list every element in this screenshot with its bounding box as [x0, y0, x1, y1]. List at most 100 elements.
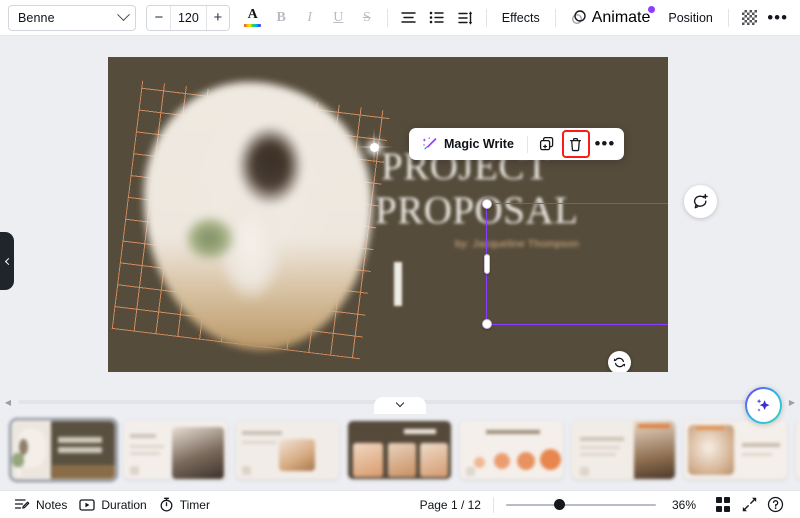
toolbar-divider — [387, 9, 388, 27]
context-more-button[interactable]: ••• — [592, 131, 618, 157]
font-size-input[interactable]: 120 — [170, 6, 206, 30]
duplicate-icon — [539, 136, 555, 152]
text-align-button[interactable] — [394, 3, 423, 33]
context-divider — [527, 136, 528, 153]
ai-sparkle-icon — [754, 396, 773, 415]
slide-number: 1 — [16, 467, 21, 477]
grid-view-icon — [716, 497, 731, 512]
duplicate-button[interactable] — [534, 131, 560, 157]
strikethrough-button[interactable]: S — [353, 3, 382, 33]
more-horizontal-icon: ••• — [594, 139, 615, 149]
toolbar-divider-3 — [555, 9, 556, 27]
italic-button[interactable]: I — [295, 3, 324, 33]
slide-thumbnail-4[interactable] — [348, 421, 451, 479]
underline-button[interactable]: U — [324, 3, 353, 33]
zoom-slider-knob[interactable] — [554, 499, 565, 510]
resize-handle-left[interactable] — [484, 254, 490, 274]
grid-view-button[interactable] — [710, 492, 736, 518]
toolbar-divider-2 — [486, 9, 487, 27]
add-comment-button[interactable] — [684, 185, 717, 218]
help-icon — [767, 496, 784, 513]
slide-thumbnail-6[interactable] — [572, 421, 675, 479]
zoom-slider-track — [506, 504, 656, 506]
bullet-list-button[interactable] — [423, 3, 452, 33]
magic-write-button[interactable]: Magic Write — [415, 131, 521, 157]
text-color-button[interactable]: A — [238, 3, 267, 33]
notes-label: Notes — [36, 498, 67, 512]
sparkle-core — [370, 143, 379, 152]
duration-icon — [79, 498, 95, 512]
notes-icon — [14, 497, 30, 512]
selection-frame[interactable] — [486, 203, 668, 325]
transparency-icon — [742, 10, 757, 25]
photo-element[interactable] — [144, 82, 372, 350]
canva-editor-window: Benne − 120 + A B I U S — [0, 0, 800, 518]
status-bar-right: Page 1 / 12 36% — [420, 492, 788, 518]
add-comment-icon — [692, 193, 709, 210]
rotate-handle[interactable] — [608, 351, 631, 372]
duration-button[interactable]: Duration — [77, 493, 156, 517]
slide-thumbnail-2[interactable] — [124, 421, 227, 479]
bold-icon: B — [277, 10, 286, 26]
photo-overlay — [144, 82, 372, 350]
scroll-right-arrow-icon[interactable]: ▶ — [784, 398, 800, 407]
delete-button[interactable] — [562, 130, 590, 158]
position-button[interactable]: Position — [659, 4, 721, 32]
zoom-slider[interactable] — [506, 498, 656, 512]
slide-thumbnail-8[interactable] — [796, 421, 800, 479]
editor-area: PROJECT PROPOSAL by: Jacqueline Thompson — [0, 36, 800, 394]
color-gradient-bar — [244, 24, 261, 28]
slide-thumbnail-3[interactable] — [236, 421, 339, 479]
text-color-icon: A — [244, 8, 261, 27]
effects-button[interactable]: Effects — [493, 4, 549, 32]
chevron-down-icon — [118, 8, 131, 21]
text-color-letter: A — [244, 8, 261, 22]
animate-new-badge — [648, 6, 655, 13]
font-family-value: Benne — [18, 11, 55, 25]
text-format-toolbar: Benne − 120 + A B I U S — [0, 0, 800, 36]
help-button[interactable] — [762, 492, 788, 518]
resize-handle-top-left[interactable] — [482, 199, 492, 209]
slide-thumbnail-7[interactable] — [684, 421, 787, 479]
trash-icon — [568, 137, 583, 152]
timer-button[interactable]: Timer — [157, 493, 220, 517]
toolbar-more-button[interactable]: ••• — [763, 3, 792, 33]
timer-icon — [159, 497, 174, 512]
slide-canvas[interactable]: PROJECT PROPOSAL by: Jacqueline Thompson — [108, 57, 668, 372]
resize-handle-bottom-left[interactable] — [482, 319, 492, 329]
slide-filmstrip[interactable]: 1 — [0, 410, 800, 490]
status-divider — [493, 497, 494, 513]
line-spacing-button[interactable] — [451, 3, 480, 33]
animate-label: Animate — [592, 9, 651, 27]
fullscreen-button[interactable] — [736, 492, 762, 518]
toolbar-divider-4 — [728, 9, 729, 27]
filmstrip-toggle-tab[interactable] — [374, 397, 426, 414]
magic-write-label: Magic Write — [444, 137, 514, 151]
font-size-increase-button[interactable]: + — [207, 6, 230, 30]
slide-thumbnail-1[interactable]: 1 — [12, 421, 115, 479]
italic-icon: I — [307, 10, 312, 26]
collapse-panel-tab[interactable] — [0, 232, 14, 290]
font-size-stepper[interactable]: − 120 + — [146, 5, 230, 31]
font-family-select[interactable]: Benne — [8, 5, 136, 31]
bold-button[interactable]: B — [267, 3, 296, 33]
notes-button[interactable]: Notes — [12, 493, 77, 517]
status-bar: Notes Duration Timer Page 1 / 12 — [0, 490, 800, 518]
fullscreen-icon — [742, 497, 757, 512]
animate-button[interactable]: Animate — [562, 4, 660, 32]
chevron-down-icon — [396, 399, 404, 407]
scroll-left-arrow-icon[interactable]: ◀ — [0, 398, 16, 407]
align-left-icon — [401, 11, 416, 24]
underline-icon: U — [333, 10, 343, 26]
ai-assistant-button[interactable] — [745, 387, 782, 424]
more-horizontal-icon: ••• — [767, 13, 788, 23]
animate-icon — [571, 10, 587, 25]
line-spacing-icon — [458, 11, 473, 25]
slide-thumbnail-5[interactable] — [460, 421, 563, 479]
transparency-button[interactable] — [735, 3, 764, 33]
zoom-level-value: 36% — [672, 498, 696, 512]
title-accent-bar — [394, 262, 402, 306]
font-size-decrease-button[interactable]: − — [147, 6, 170, 30]
rotate-icon — [613, 356, 626, 369]
magic-wand-icon — [422, 136, 438, 152]
